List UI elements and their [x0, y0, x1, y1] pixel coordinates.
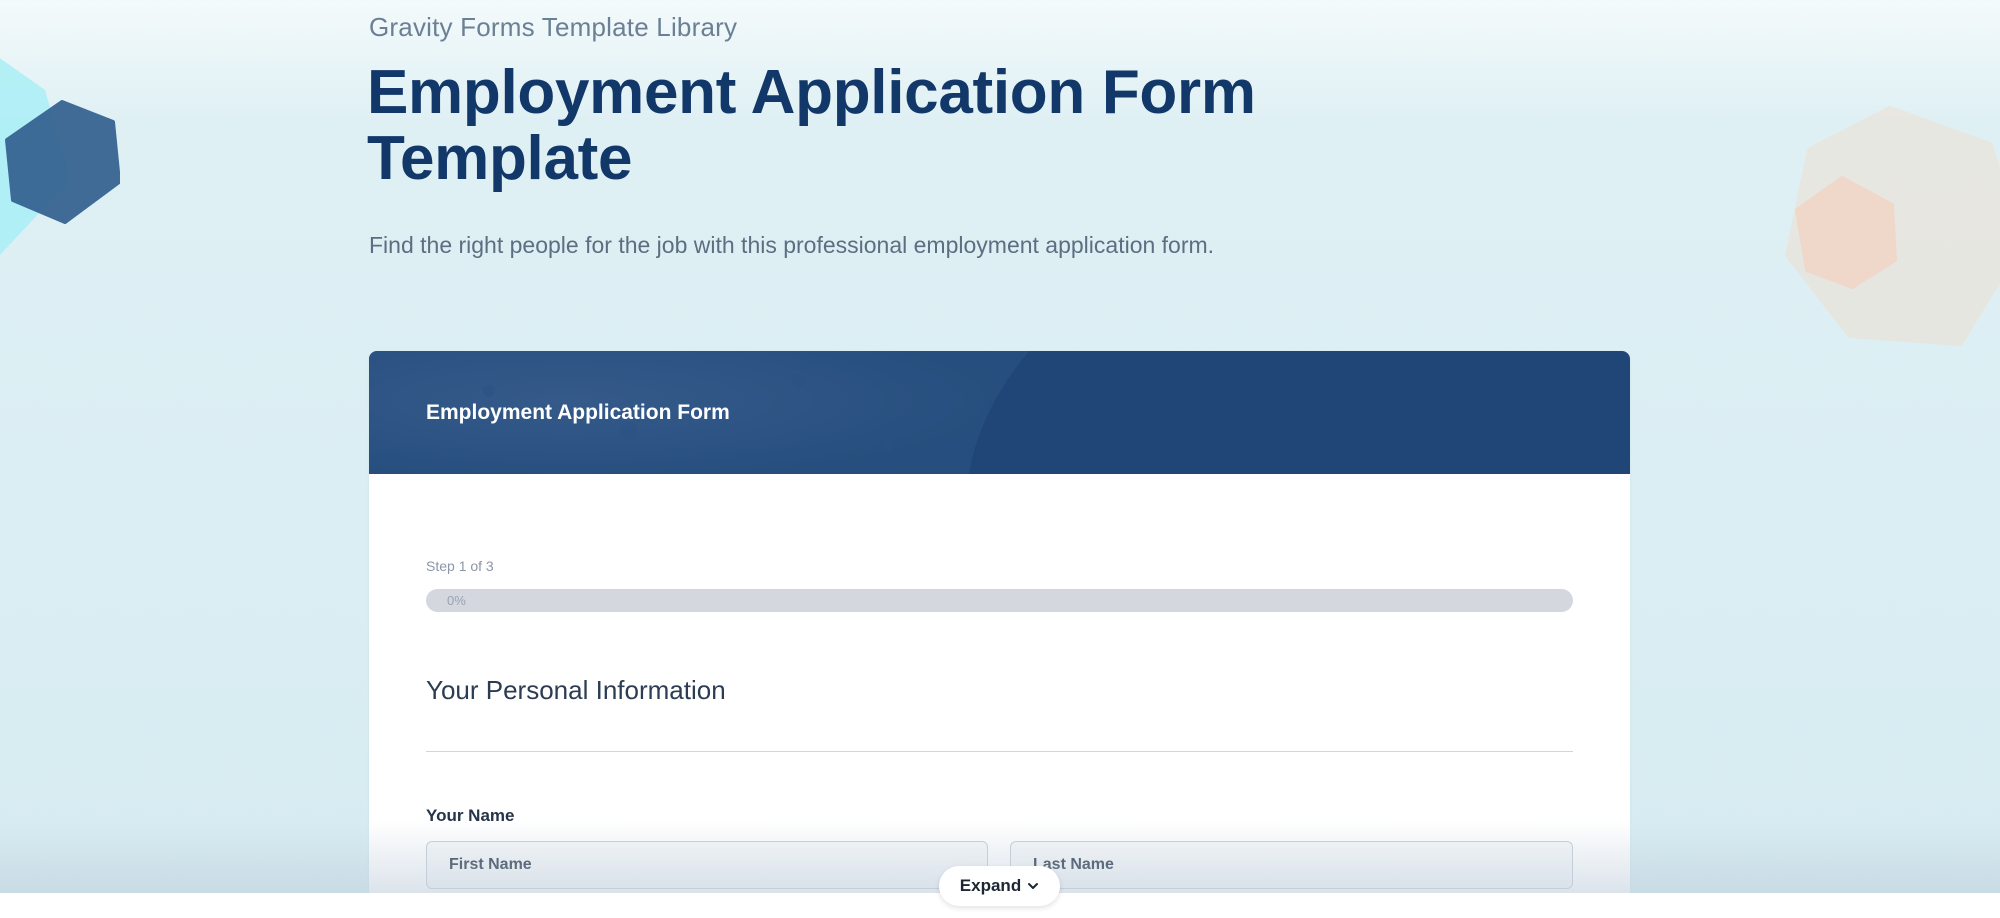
last-name-input[interactable]	[1010, 841, 1573, 889]
template-library-link[interactable]: Gravity Forms Template Library	[369, 12, 737, 43]
step-indicator: Step 1 of 3	[426, 558, 494, 574]
form-preview-card: Employment Application Form Step 1 of 3 …	[369, 351, 1630, 918]
your-name-label: Your Name	[426, 806, 515, 825]
decorative-hexagon-dark	[5, 100, 120, 224]
first-name-input[interactable]	[426, 841, 988, 889]
section-title: Your Personal Information	[426, 675, 726, 705]
progress-percent: 0%	[447, 593, 466, 608]
progress-bar: 0%	[426, 589, 1573, 612]
expand-label: Expand	[959, 876, 1022, 895]
chevron-down-icon	[1028, 883, 1039, 889]
page-title: Employment Application Form Template	[367, 58, 1256, 193]
page-description: Find the right people for the job with t…	[369, 232, 1215, 258]
section-divider	[426, 751, 1573, 752]
form-header: Employment Application Form	[369, 351, 1630, 474]
decorative-hexagon-peach-small	[1795, 176, 1897, 289]
expand-button[interactable]: Expand	[939, 866, 1060, 906]
form-header-title: Employment Application Form	[426, 401, 730, 424]
